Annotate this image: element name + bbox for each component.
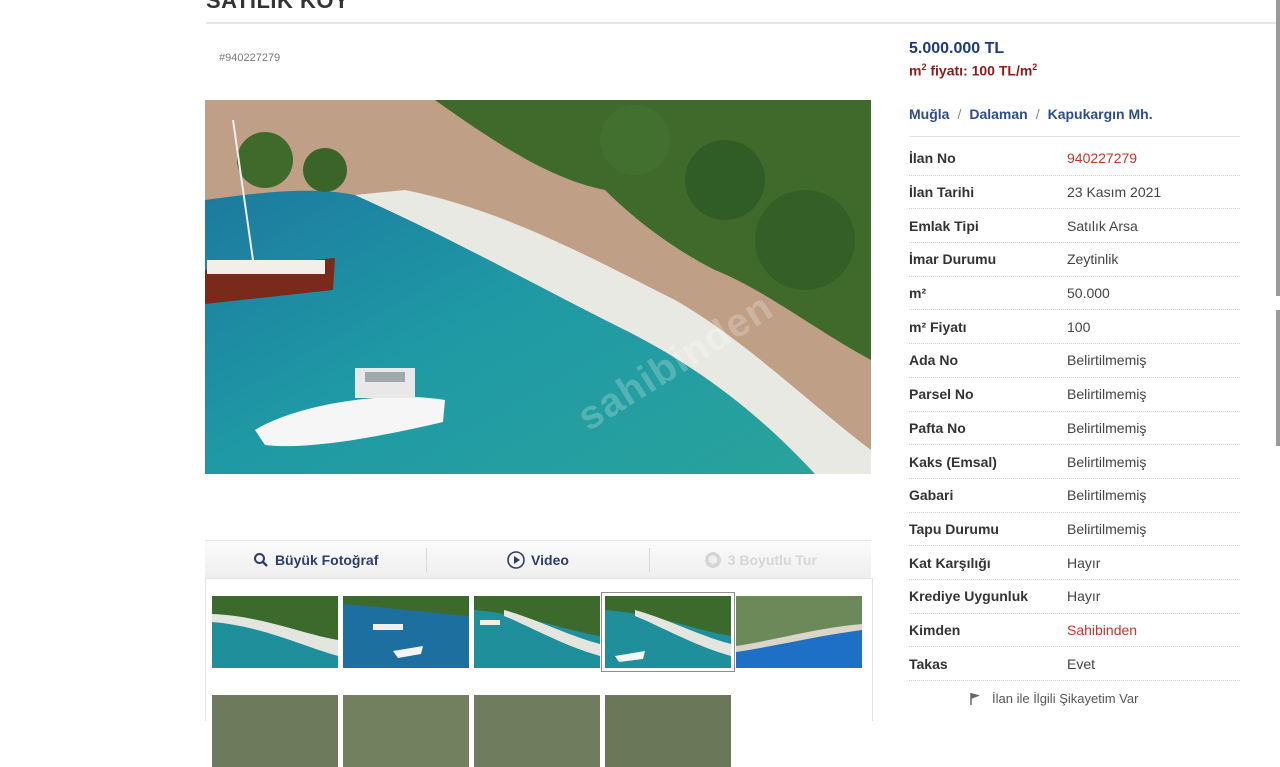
page-title: SATILIK KÖY — [206, 0, 350, 13]
listing-id-tag: #940227279 — [219, 52, 281, 64]
detail-key: Parsel No — [909, 386, 974, 403]
thumbnail[interactable] — [474, 695, 600, 767]
detail-row: Krediye Uygunluk Hayır — [909, 580, 1240, 614]
3d-tour-tab: 3 Boyutlu Tur — [650, 541, 871, 579]
breadcrumb-district[interactable]: Dalaman — [969, 106, 1027, 122]
detail-value: Belirtilmemiş — [1067, 487, 1147, 504]
m2-price: m2 fiyatı: 100 TL/m2 — [909, 62, 1038, 79]
photo-tabs: Büyük Fotoğraf Video 3 Boyutlu Tur — [205, 540, 871, 579]
detail-key: m² Fiyatı — [909, 318, 967, 335]
thumbnail-selected[interactable] — [601, 592, 735, 672]
detail-key: Ada No — [909, 352, 958, 369]
detail-row: Kaks (Emsal) Belirtilmemiş — [909, 445, 1240, 479]
thumbnail[interactable] — [343, 596, 469, 668]
breadcrumb-neighborhood[interactable]: Kapukargın Mh. — [1048, 106, 1153, 122]
big-photo-label: Büyük Fotoğraf — [274, 552, 379, 568]
thumbnail[interactable] — [343, 695, 469, 767]
cube-icon — [704, 552, 721, 568]
detail-row: Tapu Durumu Belirtilmemiş — [909, 513, 1240, 547]
detail-key: Gabari — [909, 487, 954, 504]
detail-key: Takas — [909, 655, 948, 672]
detail-key: İmar Durumu — [909, 251, 997, 268]
detail-row: İmar Durumu Zeytinlik — [909, 243, 1240, 277]
window-edge — [1276, 0, 1280, 296]
detail-row: m² Fiyatı 100 — [909, 310, 1240, 345]
detail-row: Takas Evet — [909, 647, 1240, 681]
main-photo-scene — [205, 100, 871, 474]
window-edge — [1276, 310, 1280, 446]
breadcrumb: Muğla / Dalaman / Kapukargın Mh. — [909, 106, 1153, 122]
search-icon — [253, 553, 268, 567]
detail-key: İlan No — [909, 150, 956, 167]
breadcrumb-province[interactable]: Muğla — [909, 106, 949, 122]
detail-value: Evet — [1067, 655, 1096, 672]
detail-key: İlan Tarihi — [909, 184, 975, 201]
detail-value: 100 — [1067, 318, 1091, 335]
complaint-label: İlan ile İlgili Şikayetim Var — [992, 691, 1139, 706]
detail-value: 23 Kasım 2021 — [1067, 184, 1162, 201]
thumbnail[interactable] — [605, 695, 731, 767]
detail-row: Gabari Belirtilmemiş — [909, 479, 1240, 513]
detail-value: Satılık Arsa — [1067, 217, 1138, 234]
video-label: Video — [531, 552, 569, 568]
detail-value: Belirtilmemiş — [1067, 419, 1147, 436]
detail-row: Kimden Sahibinden — [909, 614, 1240, 648]
detail-value: Hayır — [1067, 588, 1101, 605]
detail-row: Emlak Tipi Satılık Arsa — [909, 209, 1240, 244]
thumbnail-strip — [205, 578, 873, 767]
detail-row: Parsel No Belirtilmemiş — [909, 378, 1240, 412]
detail-value: 940227279 — [1067, 150, 1138, 167]
detail-row: Kat Karşılığı Hayır — [909, 546, 1240, 580]
detail-row: Ada No Belirtilmemiş — [909, 344, 1240, 378]
detail-row: İlan No 940227279 — [909, 142, 1240, 176]
3d-tour-label: 3 Boyutlu Tur — [727, 552, 817, 568]
detail-key: Emlak Tipi — [909, 217, 979, 234]
detail-key: m² — [909, 285, 927, 302]
main-photo[interactable]: sahibinden — [205, 100, 871, 474]
detail-row: İlan Tarihi 23 Kasım 2021 — [909, 176, 1240, 210]
price: 5.000.000 TL — [909, 40, 1005, 57]
detail-key: Kaks (Emsal) — [909, 453, 997, 470]
detail-key: Kat Karşılığı — [909, 554, 991, 571]
thumbnail[interactable] — [474, 596, 600, 668]
detail-key: Krediye Uygunluk — [909, 588, 1029, 605]
details-table: İlan No 940227279 İlan Tarihi 23 Kasım 202… — [909, 142, 1240, 681]
detail-row: Pafta No Belirtilmemiş — [909, 412, 1240, 446]
detail-value: Belirtilmemiş — [1067, 453, 1147, 470]
detail-value: Belirtilmemiş — [1067, 520, 1147, 537]
thumbnail[interactable] — [736, 596, 862, 668]
video-tab[interactable]: Video — [427, 541, 648, 579]
complaint-link[interactable]: İlan ile İlgili Şikayetim Var — [968, 691, 1138, 706]
detail-row: m² 50.000 — [909, 277, 1240, 311]
detail-value: Belirtilmemiş — [1067, 352, 1147, 369]
detail-value: Sahibinden — [1067, 621, 1138, 638]
title-divider — [206, 22, 1280, 24]
detail-value: Zeytinlik — [1067, 251, 1119, 268]
detail-key: Kimden — [909, 621, 961, 638]
thumbnail[interactable] — [212, 695, 338, 767]
detail-value: Hayır — [1067, 554, 1101, 571]
flag-icon — [970, 692, 980, 705]
detail-value: 50.000 — [1067, 285, 1110, 302]
big-photo-tab[interactable]: Büyük Fotoğraf — [205, 541, 426, 579]
thumbnail[interactable] — [212, 596, 338, 668]
play-circle-icon — [507, 551, 525, 569]
breadcrumb-divider — [909, 136, 1240, 137]
detail-value: Belirtilmemiş — [1067, 386, 1147, 403]
detail-key: Tapu Durumu — [909, 520, 999, 537]
detail-key: Pafta No — [909, 419, 966, 436]
